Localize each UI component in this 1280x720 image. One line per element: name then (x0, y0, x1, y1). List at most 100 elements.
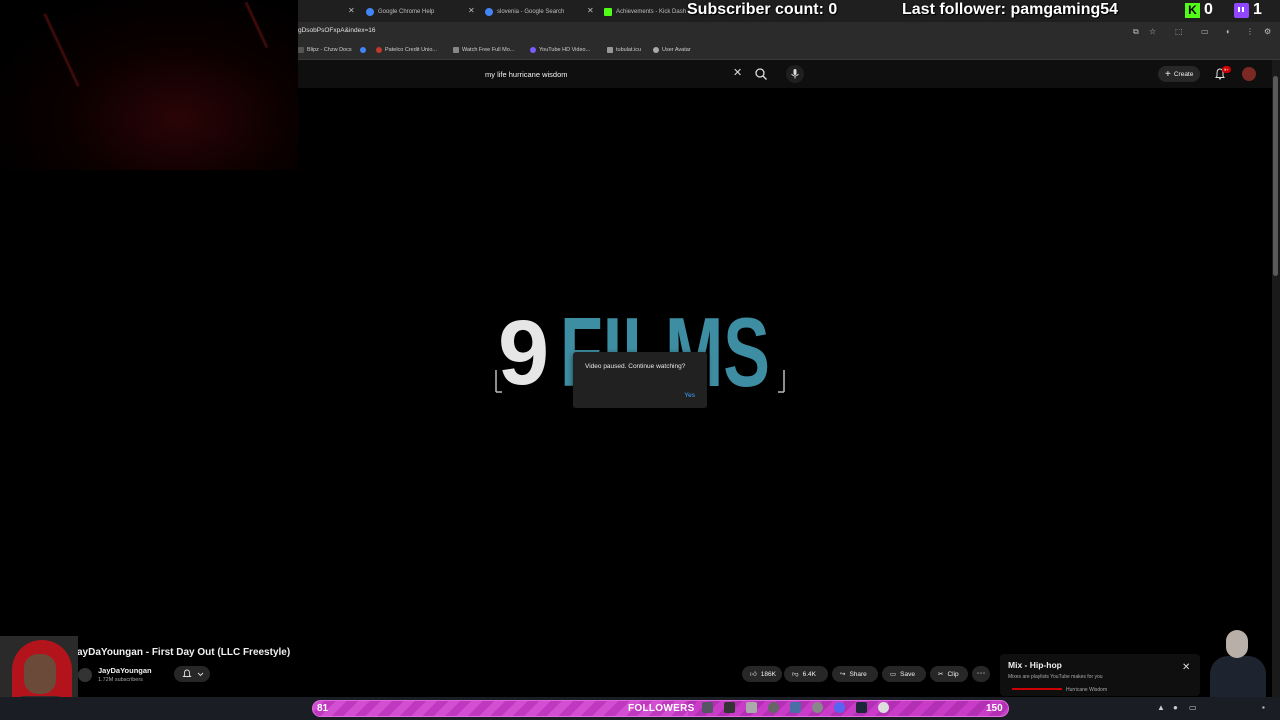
menu-icon[interactable]: ⋮ (1246, 27, 1254, 36)
video-title: ayDaYoungan - First Day Out (LLC Freesty… (77, 647, 291, 658)
close-mix-icon[interactable]: ✕ (1182, 662, 1190, 673)
bookmarks-bar: Blipz - Chzw Docs Patelco Credit Unio...… (298, 42, 1280, 60)
browser-tab[interactable]: Achievements - Kick Dash (604, 3, 686, 20)
bookmark-label: Patelco Credit Unio... (385, 47, 437, 53)
share-button[interactable]: ↪ Share (832, 666, 878, 682)
subscriber-count-overlay: Subscriber count: 0 (687, 1, 838, 18)
account-avatar[interactable] (1242, 67, 1256, 81)
chrome-icon[interactable] (878, 702, 889, 713)
bookmark-label: tubulat.icu (616, 47, 642, 53)
search-icon[interactable] (754, 67, 768, 81)
clip-label: Clip (947, 670, 959, 678)
continue-yes-button[interactable]: Yes (684, 392, 695, 399)
like-button[interactable]: 👍︎ 186K (742, 666, 782, 682)
clip-button[interactable]: ✂ Clip (930, 666, 968, 682)
browser-tab[interactable]: slovenia - Google Search (485, 3, 564, 20)
bookmark-label: Watch Free Full Mo... (462, 47, 515, 53)
tab-close-icon[interactable]: ✕ (468, 6, 475, 15)
save-button[interactable]: ▭ Save (882, 666, 926, 682)
bookmark-item[interactable]: YouTube HD Video... (530, 47, 590, 53)
bookmark-item[interactable]: Patelco Credit Unio... (376, 47, 437, 53)
tab-label: Achievements - Kick Dash (616, 8, 687, 15)
search-input[interactable]: my life hurricane wisdom (478, 65, 748, 84)
profile-icon[interactable]: ◐ (1226, 27, 1231, 36)
bookmark-item[interactable]: Watch Free Full Mo... (453, 47, 514, 53)
channel-name[interactable]: JayDaYoungan (98, 666, 152, 675)
dislike-button[interactable]: 👎︎ 6.4K (784, 666, 828, 682)
video-paused-dialog: Video paused. Continue watching? Yes (573, 352, 707, 408)
discord-icon[interactable] (834, 702, 845, 713)
taskbar-app-icon[interactable] (724, 702, 735, 713)
bookmark-icon (298, 47, 304, 53)
scrollbar-thumb[interactable] (1273, 76, 1278, 276)
mix-progress-bar (1012, 688, 1062, 690)
subscriber-count: 1.72M subscribers (98, 677, 143, 683)
cam-light-streak (244, 1, 269, 49)
bookmark-item[interactable]: tubulat.icu (607, 47, 641, 53)
browser-tab[interactable]: Google Chrome Help (366, 3, 434, 20)
taskbar-app-icon[interactable] (790, 702, 801, 713)
mix-playlist-panel[interactable]: Mix - Hip-hop Mixes are playlists YouTub… (1000, 654, 1200, 696)
logo-number: 9 (498, 302, 549, 396)
plus-icon: + (1165, 68, 1171, 80)
thumbs-up-icon: 👍︎ (750, 671, 757, 678)
voice-search-button[interactable] (786, 65, 804, 83)
twitch-count-value: 1 (1253, 1, 1262, 18)
tray-notification-icon[interactable]: ▪ (1262, 703, 1265, 712)
tray-display-icon[interactable]: ▭ (1189, 703, 1197, 712)
page-icon (607, 47, 613, 53)
tab-label: slovenia - Google Search (497, 8, 565, 15)
bookmark-item[interactable] (360, 47, 369, 53)
mix-subtitle: Mixes are playlists YouTube makes for yo… (1008, 674, 1103, 680)
tab-close-icon[interactable]: ✕ (587, 6, 594, 15)
bell-chevron-icon (182, 669, 204, 677)
cam-light-streak (43, 13, 80, 87)
tab-close-icon[interactable]: ✕ (348, 6, 355, 15)
channel-avatar[interactable] (78, 668, 92, 682)
taskbar-app-icon[interactable] (702, 702, 713, 713)
google-icon (485, 7, 493, 16)
google-icon (366, 7, 374, 16)
scissors-icon: ✂ (938, 671, 944, 678)
star-icon[interactable]: ☆ (1149, 27, 1156, 36)
video-site-icon (530, 47, 536, 53)
settings-icon[interactable]: ⚙ (1264, 27, 1271, 36)
streamer-head (1226, 630, 1248, 658)
more-actions-icon[interactable]: ⋯ (972, 666, 990, 682)
bookmark-item[interactable]: User Avatar (653, 47, 691, 53)
twitch-logo-icon (1234, 2, 1249, 18)
share-icon: ↪ (840, 671, 846, 678)
extension-icon[interactable]: ⬚ (1175, 27, 1183, 36)
search-query-text: my life hurricane wisdom (485, 70, 568, 79)
dialog-message: Video paused. Continue watching? (585, 363, 686, 370)
clear-search-icon[interactable]: ✕ (733, 66, 742, 79)
last-follower-overlay: Last follower: pamgaming54 (902, 1, 1119, 18)
microphone-icon (791, 69, 799, 79)
create-button[interactable]: + Create (1158, 66, 1201, 82)
bookmark-label: YouTube HD Video... (539, 47, 591, 53)
subscription-bell-button[interactable] (174, 666, 210, 682)
cast-icon[interactable]: ⧉ (1133, 27, 1139, 37)
tray-mic-icon[interactable]: ● (1173, 703, 1178, 712)
url-text[interactable]: gDsobPsOFxpA&index=16 (298, 27, 376, 34)
tray-chevron-icon[interactable]: ▲ (1157, 703, 1165, 712)
chrome-icon (360, 47, 366, 53)
steam-icon[interactable] (856, 702, 867, 713)
dislike-count: 6.4K (802, 670, 816, 678)
taskbar-app-icon[interactable] (746, 702, 757, 713)
taskbar-app-icon[interactable] (768, 702, 779, 713)
mix-track-name: Hurricane Wisdom (1066, 687, 1108, 693)
address-bar: gDsobPsOFxpA&index=16 ⧉ ☆ ⬚ ▭ ◐ ⋮ ⚙ (298, 22, 1280, 42)
notification-badge: 9+ (1222, 66, 1231, 73)
kick-count-value: 0 (1204, 1, 1213, 18)
bookmark-item[interactable]: Blipz - Chzw Docs (298, 47, 352, 53)
sidebar-icon[interactable]: ▭ (1201, 27, 1209, 36)
save-label: Save (900, 670, 915, 678)
webcam-overlay (0, 0, 298, 170)
taskbar-app-icon[interactable] (812, 702, 823, 713)
tab-label: Google Chrome Help (378, 8, 435, 15)
character-face (24, 654, 56, 694)
kick-count-overlay: K 0 (1185, 1, 1213, 19)
twitch-count-overlay: 1 (1234, 1, 1262, 19)
kick-icon (604, 7, 612, 16)
